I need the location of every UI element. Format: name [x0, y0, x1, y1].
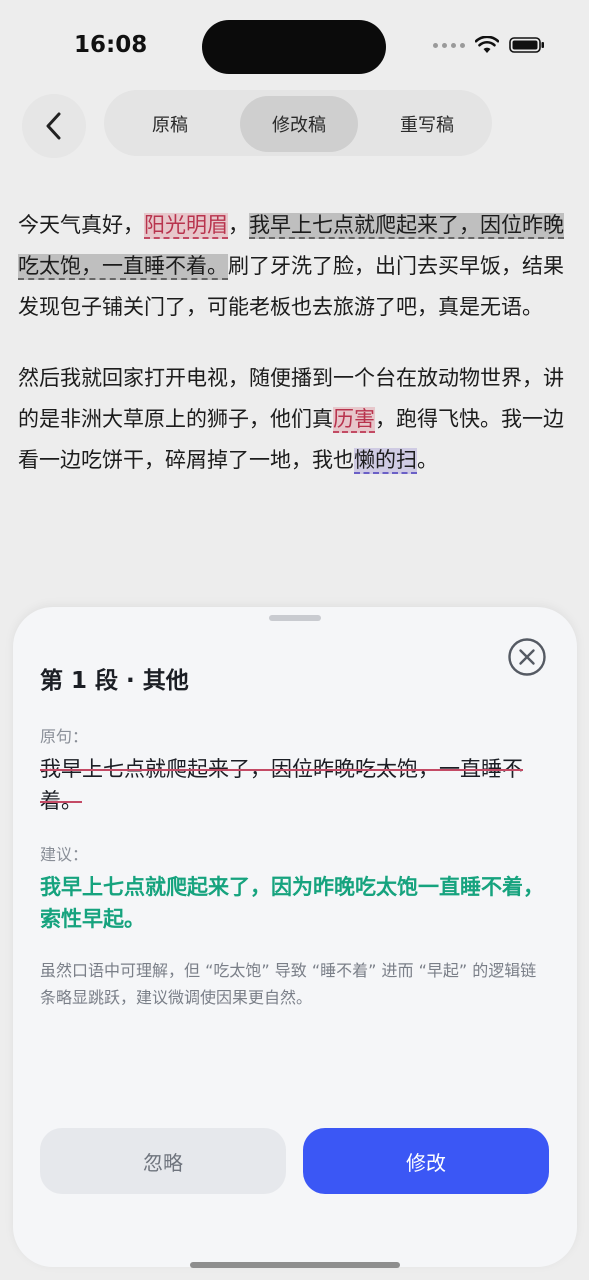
home-indicator[interactable]	[190, 1262, 400, 1268]
ignore-button[interactable]: 忽略	[40, 1128, 286, 1194]
tab-revised[interactable]: 修改稿	[240, 96, 358, 152]
original-sentence: 我早上七点就爬起来了，因位昨晚吃太饱，一直睡不着。	[40, 757, 523, 813]
back-button[interactable]	[22, 94, 86, 158]
text-span: 。	[417, 448, 438, 472]
close-icon	[508, 638, 546, 676]
status-icons	[433, 36, 545, 54]
original-label: 原句：	[40, 727, 89, 746]
apply-button[interactable]: 修改	[303, 1128, 549, 1194]
suggestion-explanation: 虽然口语中可理解，但 “吃太饱” 导致 “睡不着” 进而 “早起” 的逻辑链条略…	[40, 961, 537, 1007]
close-button[interactable]	[507, 637, 547, 677]
battery-icon	[509, 37, 544, 53]
dynamic-island	[202, 20, 386, 74]
status-time: 16:08	[74, 32, 148, 58]
suggested-sentence: 我早上七点就爬起来了，因为昨晚吃太饱一直睡不着，索性早起。	[40, 875, 544, 931]
cellular-signal-icon	[433, 42, 465, 48]
top-nav: 原稿 修改稿 重写稿	[0, 88, 589, 160]
sheet-drag-handle[interactable]	[269, 615, 321, 621]
draft-tabs: 原稿 修改稿 重写稿	[104, 90, 492, 156]
paragraph-2: 然后我就回家打开电视，随便播到一个台在放动物世界，讲的是非洲大草原上的狮子，他们…	[18, 358, 578, 481]
typo-highlight[interactable]: 历害	[333, 407, 375, 433]
tab-rewritten[interactable]: 重写稿	[368, 96, 486, 152]
paragraph-1: 今天气真好，阳光明眉，我早上七点就爬起来了，因位昨晚吃太饱，一直睡不着。刷了牙洗…	[18, 205, 578, 328]
chevron-left-icon	[46, 112, 61, 140]
article-body: 今天气真好，阳光明眉，我早上七点就爬起来了，因位昨晚吃太饱，一直睡不着。刷了牙洗…	[18, 205, 578, 511]
wifi-icon	[475, 36, 499, 53]
suggestion-label: 建议：	[40, 845, 89, 864]
status-bar: 16:08	[0, 0, 589, 90]
text-span: 今天气真好，	[18, 213, 144, 237]
suggestion-sheet: 第 1 段 · 其他 原句： 我早上七点就爬起来了，因位昨晚吃太饱，一直睡不着。…	[13, 607, 577, 1267]
text-span: ，	[228, 213, 249, 237]
typo-highlight[interactable]: 阳光明眉	[144, 213, 228, 239]
style-highlight[interactable]: 懒的扫	[354, 448, 417, 474]
tab-original[interactable]: 原稿	[120, 96, 220, 152]
sheet-title: 第 1 段 · 其他	[40, 668, 189, 694]
